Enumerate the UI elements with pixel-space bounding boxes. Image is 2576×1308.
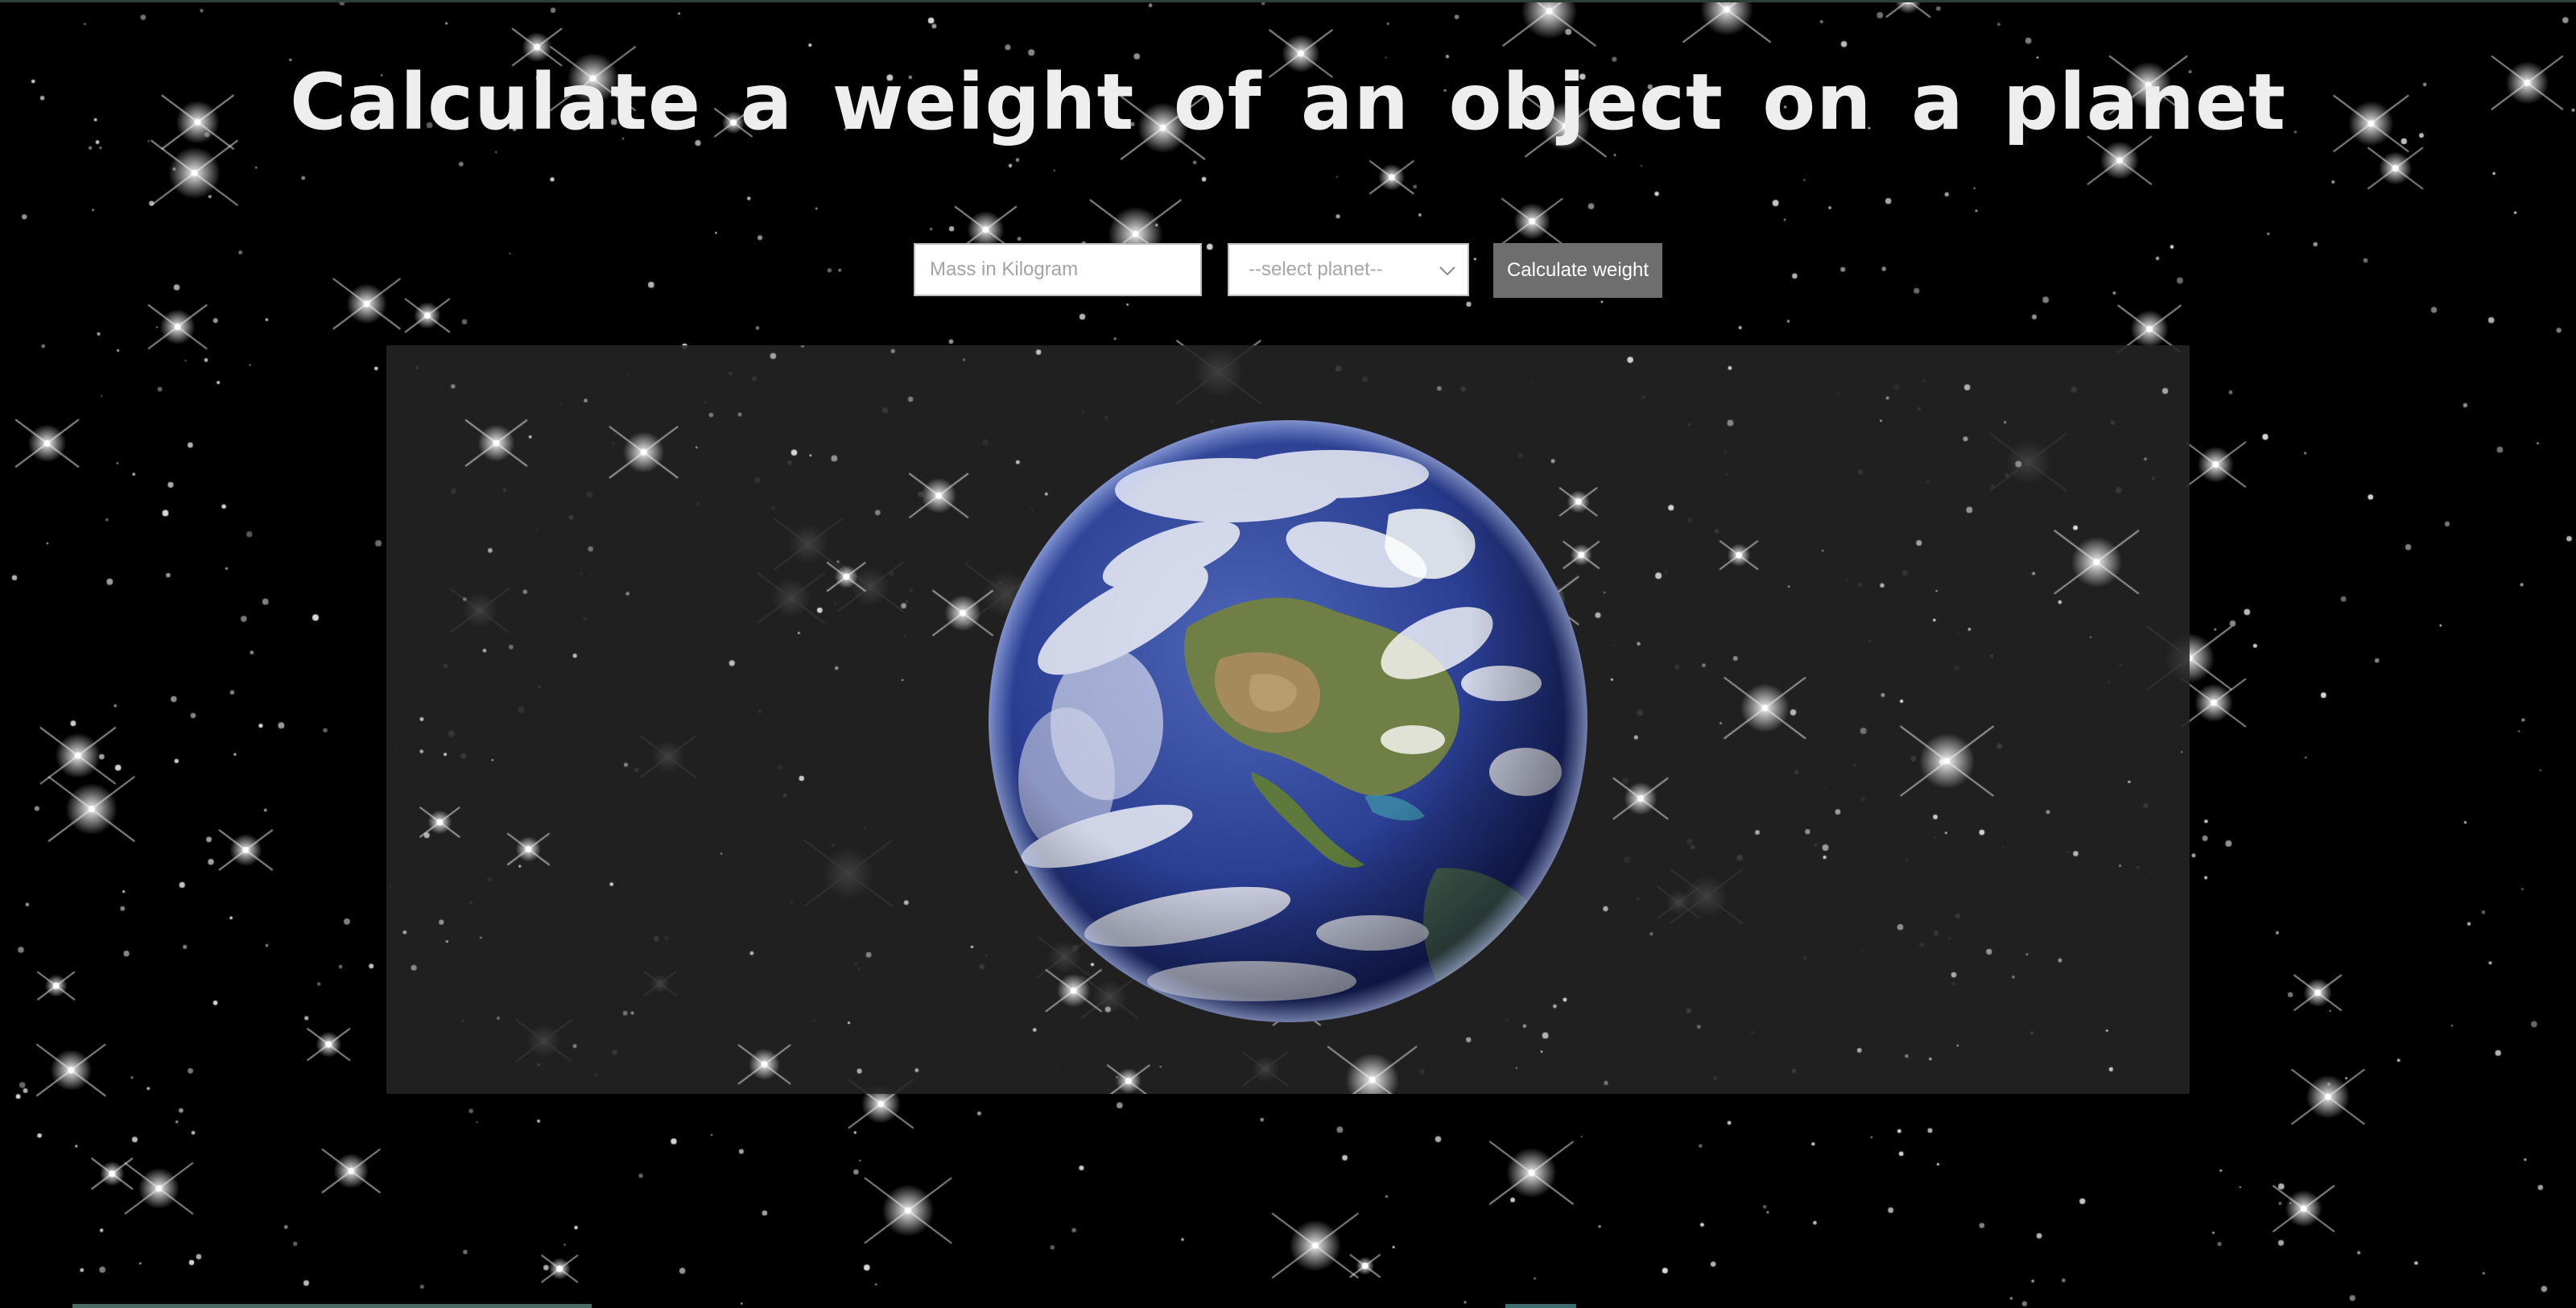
bottom-strip-right bbox=[1505, 1304, 1576, 1308]
page: Calculate a weight of an object on a pla… bbox=[0, 0, 2576, 1308]
calculate-weight-button[interactable]: Calculate weight bbox=[1493, 243, 1662, 298]
earth-globe-icon bbox=[989, 420, 1587, 1022]
page-title: Calculate a weight of an object on a pla… bbox=[289, 57, 2287, 147]
mass-input[interactable] bbox=[914, 243, 1202, 296]
bottom-strip-left bbox=[72, 1304, 592, 1308]
weight-form: --select planet-- Calculate weight bbox=[0, 243, 2576, 298]
planet-image-panel bbox=[386, 345, 2190, 1094]
planet-select[interactable]: --select planet-- bbox=[1228, 243, 1469, 296]
chevron-down-icon bbox=[1439, 266, 1455, 276]
top-border bbox=[0, 0, 2576, 2]
planet-select-value: --select planet-- bbox=[1249, 258, 1383, 280]
